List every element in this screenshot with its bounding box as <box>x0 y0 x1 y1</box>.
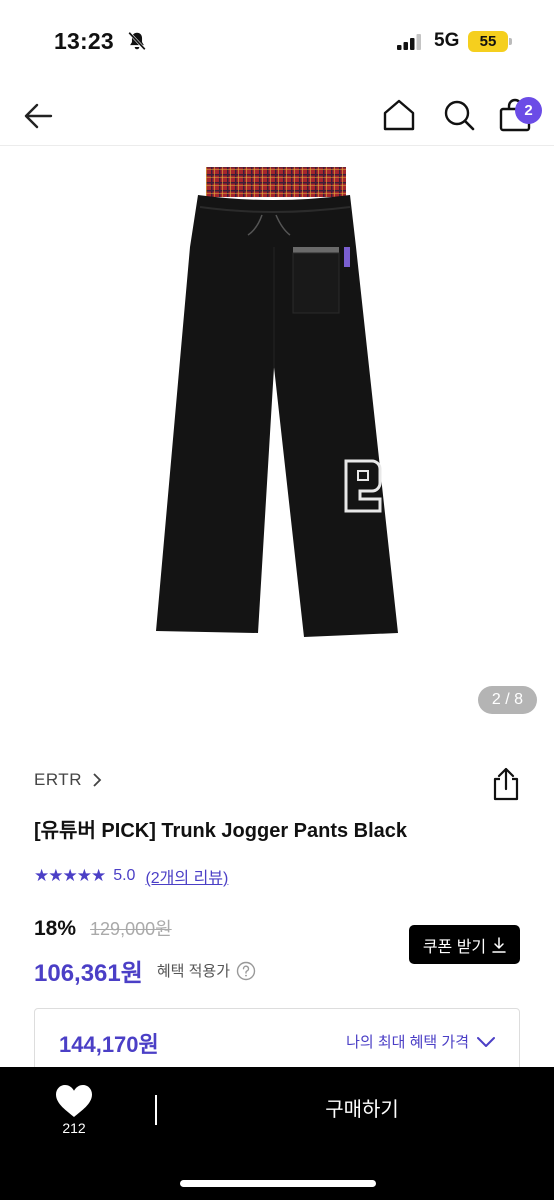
back-arrow-icon[interactable] <box>22 100 54 132</box>
rating-value: 5.0 <box>113 867 136 884</box>
search-icon[interactable] <box>442 98 476 132</box>
network-type: 5G <box>434 30 460 51</box>
original-price: 129,000원 <box>90 919 172 939</box>
coupon-button-label: 쿠폰 받기 <box>422 938 487 956</box>
max-benefit-price: 144,170원 <box>59 1032 159 1057</box>
heart-icon[interactable] <box>55 1084 93 1118</box>
status-bar: 13:23 5G 55 <box>0 0 554 80</box>
divider <box>155 1095 157 1125</box>
coupon-button[interactable]: 쿠폰 받기 <box>409 925 520 964</box>
review-link[interactable]: (2개의 리뷰) <box>145 864 228 888</box>
nav-bar: 2 <box>0 80 554 146</box>
buy-button[interactable]: 구매하기 <box>170 1085 554 1135</box>
cart-count-badge[interactable]: 2 <box>515 97 542 124</box>
benefit-label: 혜택 적용가 <box>156 963 231 980</box>
home-icon[interactable] <box>382 98 416 132</box>
status-time: 13:23 <box>54 28 114 54</box>
home-indicator <box>180 1180 376 1187</box>
rating-row: ★★★★★ 5.0 (2개의 리뷰) <box>34 864 228 888</box>
download-icon <box>492 936 506 953</box>
brand-name: ERTR <box>34 770 82 789</box>
max-benefit-label: 나의 최대 혜택 가격 <box>346 1034 469 1051</box>
chevron-right-icon <box>93 773 102 787</box>
like-count: 212 <box>62 1120 86 1136</box>
bottom-action-bar: 212 구매하기 <box>0 1067 554 1200</box>
share-icon[interactable] <box>490 766 522 802</box>
brand-link[interactable]: ERTR <box>34 770 102 790</box>
product-title: [유튜버 PICK] Trunk Jogger Pants Black <box>34 820 408 842</box>
price-row: 106,361원 혜택 적용가 <box>34 953 256 988</box>
bell-off-icon <box>128 31 146 51</box>
max-benefit-toggle[interactable]: 나의 최대 혜택 가격 <box>346 1031 495 1052</box>
battery-icon: 55 <box>468 31 508 52</box>
help-icon[interactable] <box>236 961 256 981</box>
star-rating-icon: ★★★★★ <box>34 866 106 885</box>
max-benefit-box[interactable]: 144,170원 나의 최대 혜택 가격 <box>34 1008 520 1074</box>
product-image[interactable] <box>0 147 554 727</box>
image-counter: 2 / 8 <box>478 686 537 714</box>
chevron-down-icon <box>477 1036 495 1047</box>
battery-level: 55 <box>479 33 497 50</box>
discount-row: 18% 129,000원 <box>34 915 172 941</box>
signal-icon <box>397 34 421 50</box>
sale-price: 106,361원 <box>34 960 143 987</box>
discount-rate: 18% <box>34 917 77 940</box>
battery-tip <box>509 38 512 45</box>
